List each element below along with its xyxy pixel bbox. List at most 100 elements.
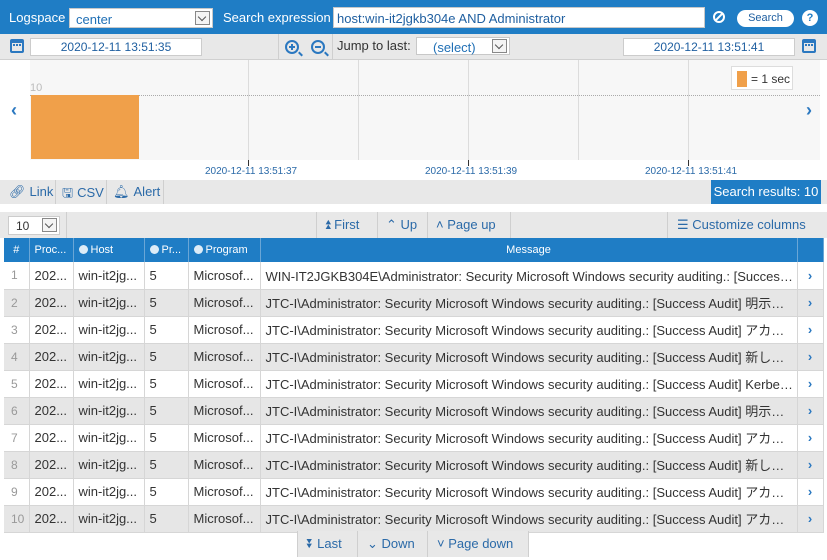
chevron-down-icon: ⌄ [367, 536, 378, 551]
link-button[interactable]: 🔗︎ Link [9, 184, 53, 200]
chevron-right-icon[interactable]: › [797, 343, 824, 371]
table-row[interactable]: 5 202... win-it2jg... 5 Microsof... JTC-I\Adm… [4, 370, 824, 398]
column-header-message[interactable]: Message [260, 238, 798, 262]
jump-to-last-value: (select) [433, 40, 476, 55]
chevron-right-icon[interactable]: › [797, 316, 824, 344]
calendar-icon[interactable] [802, 39, 816, 53]
first-button[interactable]: ⏫︎ First [324, 217, 359, 233]
up-button[interactable]: ⌃ Up [386, 217, 417, 233]
chevron-right-icon[interactable]: › [797, 397, 824, 425]
csv-button[interactable]: 🖫︎ CSV [62, 184, 104, 206]
link-label: Link [29, 184, 54, 199]
message-cell: JTC-I\Administrator: Security Microsoft … [260, 451, 798, 479]
chevron-right-icon[interactable]: › [797, 262, 824, 290]
up-label: Up [400, 217, 418, 232]
column-header-host[interactable]: Host [73, 238, 145, 262]
program-cell: Microsof... [188, 370, 261, 398]
host-cell: win-it2jg... [73, 343, 145, 371]
proc-cell: 202... [29, 343, 74, 371]
proc-cell: 202... [29, 370, 74, 398]
row-number: 7 [4, 424, 30, 452]
table-row[interactable]: 7 202... win-it2jg... 5 Microsof... JTC-I\Adm… [4, 424, 824, 452]
globe-icon [193, 245, 203, 254]
calendar-icon[interactable] [10, 39, 24, 53]
last-label: Last [317, 536, 342, 551]
zoom-out-icon[interactable] [311, 40, 329, 57]
x-tick-label: 2020-12-11 13:51:39 [425, 166, 518, 177]
zoom-in-icon[interactable] [285, 40, 303, 57]
page-size-select[interactable]: 10 [8, 216, 60, 235]
gridline [578, 60, 579, 160]
table-row[interactable]: 3 202... win-it2jg... 5 Microsof... JTC-I\Adm… [4, 316, 824, 344]
divider [427, 531, 428, 557]
priority-cell: 5 [144, 370, 189, 398]
chevron-right-icon[interactable]: › [797, 370, 824, 398]
row-number: 2 [4, 289, 30, 317]
chevron-right-icon[interactable]: › [797, 289, 824, 317]
message-cell: JTC-I\Administrator: Security Microsoft … [260, 505, 798, 533]
column-header-program-label: Program [205, 244, 248, 256]
column-header-number[interactable]: # [4, 238, 30, 262]
x-tick-label: 2020-12-11 13:51:37 [205, 166, 298, 177]
help-icon[interactable]: ? [802, 10, 818, 26]
page-up-button[interactable]: ˄ Page up [436, 217, 496, 232]
proc-cell: 202... [29, 505, 74, 533]
from-date-input[interactable]: 2020-12-11 13:51:35 [30, 38, 202, 56]
column-header-priority[interactable]: Pr... [144, 238, 189, 262]
message-cell: JTC-I\Administrator: Security Microsoft … [260, 289, 798, 317]
table-row[interactable]: 2 202... win-it2jg... 5 Microsof... JTC-I\Adm… [4, 289, 824, 317]
column-header-program[interactable]: Program [188, 238, 261, 262]
divider [667, 212, 668, 238]
table-row[interactable]: 10 202... win-it2jg... 5 Microsof... JTC-I\Ad… [4, 505, 824, 533]
message-cell: JTC-I\Administrator: Security Microsoft … [260, 343, 798, 371]
alert-button[interactable]: 🔔︎ Alert [113, 184, 160, 200]
last-button[interactable]: ⏬︎ Last [307, 536, 342, 552]
program-cell: Microsof... [188, 397, 261, 425]
table-row[interactable]: 4 202... win-it2jg... 5 Microsof... JTC-I\Adm… [4, 343, 824, 371]
message-cell: JTC-I\Administrator: Security Microsoft … [260, 478, 798, 506]
table-row[interactable]: 9 202... win-it2jg... 5 Microsof... JTC-I\Adm… [4, 478, 824, 506]
divider [163, 180, 164, 204]
chevron-right-icon[interactable]: › [797, 424, 824, 452]
search-button[interactable]: Search [737, 10, 794, 27]
column-header-actions [797, 238, 824, 262]
page-down-button[interactable]: ˅ Page down [437, 536, 513, 551]
table-row[interactable]: 1 202... win-it2jg... 5 Microsof... WIN-IT2JG… [4, 262, 824, 290]
double-chevron-up-icon: ˄ [436, 217, 444, 232]
customize-columns-button[interactable]: ☰ Customize columns [677, 217, 806, 233]
gridline [358, 60, 359, 160]
alert-label: Alert [133, 184, 161, 199]
chart-next-arrow[interactable]: › [806, 100, 812, 121]
row-number: 8 [4, 451, 30, 479]
row-number: 1 [4, 262, 30, 290]
down-button[interactable]: ⌄ Down [367, 536, 415, 552]
priority-cell: 5 [144, 343, 189, 371]
column-header-priority-label: Pr... [161, 244, 182, 256]
chevron-right-icon[interactable]: › [797, 451, 824, 479]
logspace-select[interactable]: center [69, 8, 213, 28]
search-expression-label: Search expression [223, 10, 331, 25]
clear-icon[interactable] [713, 11, 725, 23]
y-tick-label: 10 [30, 82, 43, 94]
chart-bar [31, 95, 139, 159]
divider [316, 212, 317, 238]
message-cell: JTC-I\Administrator: Security Microsoft … [260, 397, 798, 425]
divider [427, 212, 428, 238]
host-cell: win-it2jg... [73, 397, 145, 425]
table-row[interactable]: 6 202... win-it2jg... 5 Microsof... JTC-I\Adm… [4, 397, 824, 425]
program-cell: Microsof... [188, 478, 261, 506]
csv-label: CSV [77, 185, 104, 200]
search-input[interactable]: host:win-it2jgkb304e AND Administrator [333, 7, 705, 28]
chart-prev-arrow[interactable]: ‹ [11, 100, 17, 121]
to-date-input[interactable]: 2020-12-11 13:51:41 [623, 38, 795, 56]
link-icon: 🔗︎ [9, 184, 26, 199]
chevron-right-icon[interactable]: › [797, 478, 824, 506]
column-header-proc[interactable]: Proc... [29, 238, 74, 262]
proc-cell: 202... [29, 316, 74, 344]
table-row[interactable]: 8 202... win-it2jg... 5 Microsof... JTC-I\Adm… [4, 451, 824, 479]
jump-to-last-select[interactable]: (select) [416, 37, 510, 55]
program-cell: Microsof... [188, 451, 261, 479]
host-cell: win-it2jg... [73, 451, 145, 479]
histogram-chart: ‹ 10 › [0, 60, 827, 180]
chevron-right-icon[interactable]: › [797, 505, 824, 533]
